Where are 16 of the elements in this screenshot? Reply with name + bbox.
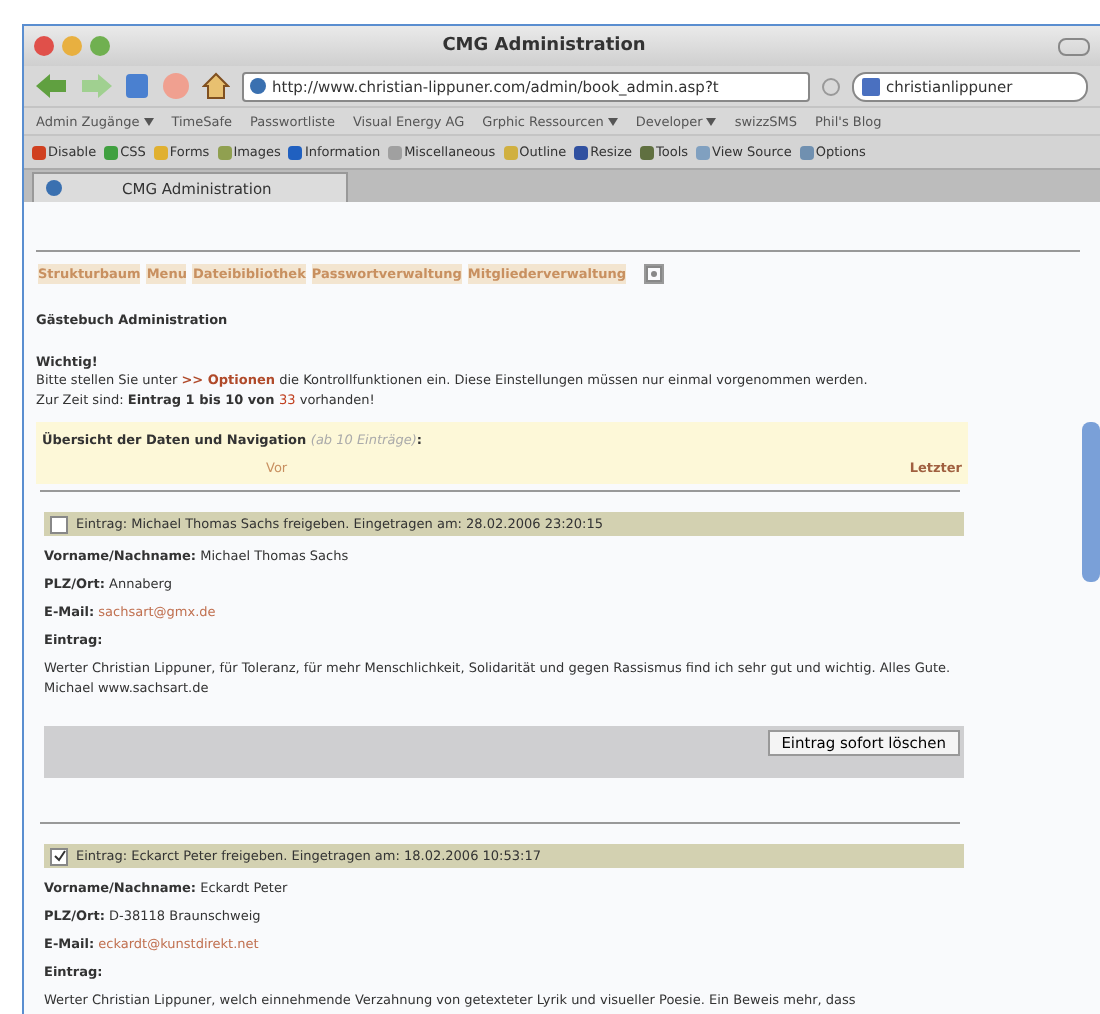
zoom-icon[interactable] [90,36,110,56]
window-title: CMG Administration [440,36,648,56]
close-icon[interactable] [34,36,54,56]
approve-checkbox[interactable] [50,847,68,865]
circle-icon[interactable] [822,77,840,95]
toolbar-toggle-icon[interactable] [1058,37,1090,55]
home-icon[interactable] [202,72,230,100]
approve-checkbox[interactable] [50,515,68,533]
dropdown-arrow-icon[interactable] [143,117,154,125]
globe-icon [250,78,266,94]
dropdown-arrow-icon[interactable] [607,117,618,125]
dropdown-arrow-icon[interactable] [706,117,717,125]
back-arrow-icon[interactable] [36,74,68,98]
scrollbar-thumb[interactable] [1082,422,1100,582]
globe-icon [46,180,62,196]
help-icon[interactable] [643,264,664,284]
